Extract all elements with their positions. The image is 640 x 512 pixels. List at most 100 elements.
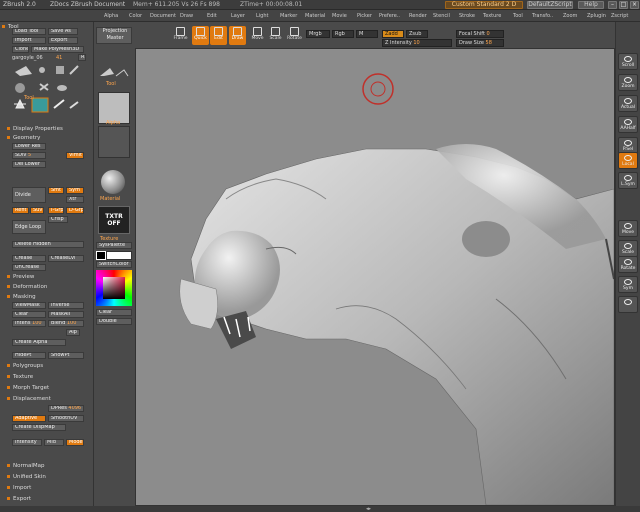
stroke-swatch[interactable] [98, 126, 130, 158]
refit-button[interactable]: Refit [12, 207, 29, 214]
r-button[interactable]: R [78, 54, 86, 61]
focal-shift-slider[interactable]: Focal Shift 0 [456, 30, 504, 38]
export-header[interactable]: Export [7, 496, 31, 502]
menu-stroke[interactable]: Stroke [459, 13, 475, 19]
zoom-button[interactable]: Zoom [618, 74, 638, 91]
draw-button[interactable]: Draw [229, 26, 246, 45]
clone-button[interactable]: Clone [12, 46, 29, 53]
hidept-button[interactable]: HidePt [12, 352, 46, 359]
menu-marker[interactable]: Marker [280, 13, 297, 19]
menu-alpha[interactable]: Alpha [104, 13, 118, 19]
material-sphere-icon[interactable] [101, 170, 125, 194]
inverse-button[interactable]: Inverse [48, 302, 84, 309]
tool-thumbnails[interactable] [12, 64, 82, 116]
menu-zscript[interactable]: Zscript [611, 13, 628, 19]
rotate-button[interactable]: Rotate [286, 26, 303, 45]
igrp-button[interactable]: I-Grp [48, 207, 64, 214]
menu-transform[interactable]: Transfo.. [532, 13, 553, 19]
menu-movie[interactable]: Movie [332, 13, 347, 19]
m-button[interactable]: M [356, 30, 378, 38]
display-properties-header[interactable]: Display Properties [7, 126, 63, 132]
rotate-view-button[interactable]: Rotate [618, 256, 638, 273]
move-button[interactable]: Move [249, 26, 266, 45]
minimize-button[interactable]: – [608, 1, 617, 9]
adaptive-button[interactable]: Adaptive [12, 415, 46, 422]
lower-res-button[interactable]: Lower Res [12, 143, 46, 150]
menu-edit[interactable]: Edit [207, 13, 217, 19]
import-header[interactable]: Import [7, 485, 31, 491]
local-button[interactable]: Local [618, 152, 638, 169]
tray-arrow-icon[interactable]: ◂▸ [366, 506, 371, 512]
deformation-header[interactable]: Deformation [7, 284, 47, 290]
export-button[interactable]: Export [48, 37, 78, 44]
dpres-slider[interactable]: DPRes 4096 [48, 405, 84, 412]
custom-ui-button[interactable]: Custom Standard 2 D [445, 1, 523, 9]
vimit-button[interactable]: Vimit [66, 152, 84, 159]
clear-mask-button[interactable]: Clear [12, 311, 46, 318]
preview-header[interactable]: Preview [7, 274, 34, 280]
dgrp-button[interactable]: D-Grp [66, 207, 84, 214]
zadd-button[interactable]: Zadd [382, 30, 404, 38]
menu-stencil[interactable]: Stencil [433, 13, 450, 19]
showpt-button[interactable]: ShowPt [48, 352, 84, 359]
snapshot-button[interactable] [618, 296, 638, 313]
mrgb-button[interactable]: Mrgb [306, 30, 330, 38]
scale-view-button[interactable]: Scale [618, 240, 638, 257]
rgb-button[interactable]: Rgb [332, 30, 354, 38]
aahalf-button[interactable]: AAHalf [618, 116, 638, 133]
intensity-value[interactable]: Mid [44, 439, 64, 446]
sym-view-button[interactable]: Sym [618, 276, 638, 293]
smt-button[interactable]: Smt [48, 187, 64, 194]
intensity-slider[interactable]: Intensity [12, 439, 42, 446]
scroll-button[interactable]: Scroll [618, 53, 638, 70]
geometry-header[interactable]: Geometry [7, 135, 40, 141]
make-polymesh-button[interactable]: Make PolyMesh3D [31, 46, 84, 53]
morph-target-header[interactable]: Morph Target [7, 385, 49, 391]
edit-button[interactable]: Edit [210, 26, 227, 45]
intens-slider[interactable]: Intens 100 [12, 320, 46, 327]
suv-button[interactable]: Suv [30, 207, 44, 214]
del-lower-button[interactable]: Del Lower [12, 161, 46, 168]
sym-button[interactable]: Sym [66, 187, 84, 194]
delete-hidden-button[interactable]: Delete Hidden [12, 241, 84, 248]
maskall-button[interactable]: MaskAll [48, 311, 84, 318]
menu-render[interactable]: Render [409, 13, 427, 19]
clear-color-button[interactable]: Clear [96, 309, 132, 316]
frame-button[interactable]: Frame [172, 26, 189, 45]
edge-loop-button[interactable]: Edge Loop [12, 220, 46, 234]
default-zscript-button[interactable]: DefaultZScript [527, 1, 573, 9]
viewmask-button[interactable]: ViewMask [12, 302, 46, 309]
document-canvas[interactable] [135, 48, 615, 506]
normalmap-header[interactable]: NormalMap [7, 463, 45, 469]
menu-layer[interactable]: Layer [231, 13, 245, 19]
actual-button[interactable]: Actual [618, 95, 638, 112]
menu-tool[interactable]: Tool [513, 13, 523, 19]
texture-header[interactable]: Texture [7, 374, 33, 380]
alp-button[interactable]: Alp [66, 329, 80, 336]
smoothuv-button[interactable]: SmoothUV [48, 415, 84, 422]
secondary-color-swatch[interactable] [106, 251, 132, 260]
load-tool-button[interactable]: Load Tool [12, 28, 46, 35]
lsym-button[interactable]: L.Sym [618, 172, 638, 189]
divide-button[interactable]: Divide [12, 187, 46, 203]
uncrease-button[interactable]: UnCrease [12, 264, 46, 271]
save-as-button[interactable]: Save As [48, 28, 78, 35]
create-alpha-button[interactable]: Create Alpha [12, 339, 66, 346]
menu-light[interactable]: Light [256, 13, 268, 19]
menu-material[interactable]: Material [305, 13, 325, 19]
projection-master-button[interactable]: Projection Master [96, 27, 132, 44]
menu-color[interactable]: Color [129, 13, 142, 19]
create-dispmap-button[interactable]: Create DispMap [12, 424, 66, 431]
zsub-button[interactable]: Zsub [406, 30, 428, 38]
syspalette-button[interactable]: SysPalette [96, 242, 132, 249]
scale-button[interactable]: Scale [267, 26, 284, 45]
xtr-button[interactable]: Xtr [66, 196, 84, 203]
menu-draw[interactable]: Draw [180, 13, 193, 19]
sdiv-slider[interactable]: SDiv 5 [12, 152, 46, 159]
maximize-button[interactable]: □ [619, 1, 628, 9]
mode-button[interactable]: Mode [66, 439, 84, 446]
close-button[interactable]: × [630, 1, 639, 9]
menu-picker[interactable]: Picker [357, 13, 372, 19]
move-view-button[interactable]: Move [618, 220, 638, 237]
crisp-button[interactable]: Crisp [48, 216, 68, 223]
